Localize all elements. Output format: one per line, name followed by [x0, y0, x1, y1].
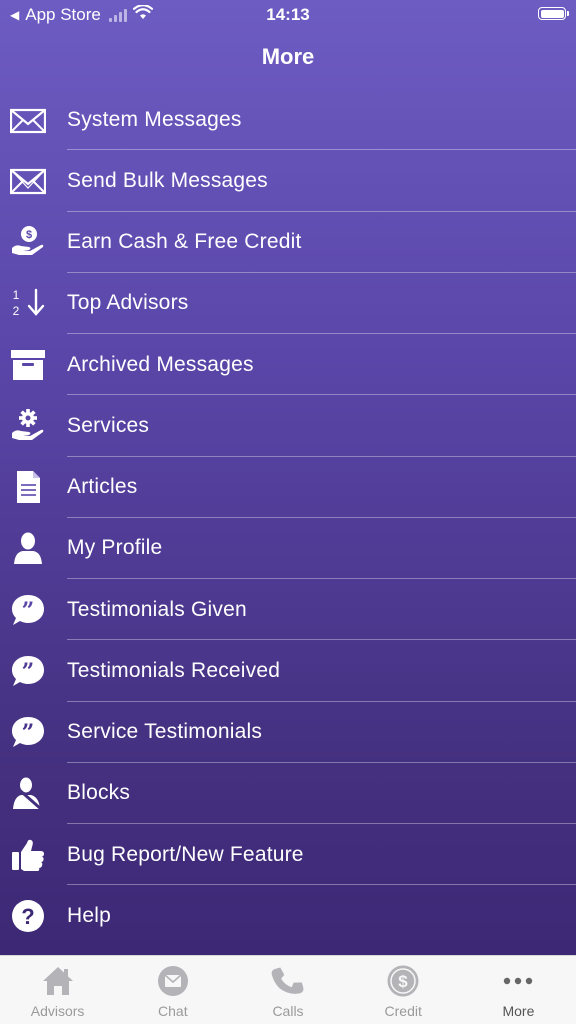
- menu-item-archived-messages[interactable]: Archived Messages: [0, 334, 576, 396]
- menu-item-label: Blocks: [67, 781, 131, 805]
- menu-item-system-messages[interactable]: System Messages: [0, 89, 576, 151]
- menu-item-top-advisors[interactable]: 12 Top Advisors: [0, 273, 576, 335]
- menu-item-label: Bug Report/New Feature: [67, 842, 304, 866]
- svg-text:$: $: [26, 229, 32, 241]
- document-icon: [10, 469, 46, 505]
- svg-text:”: ”: [22, 598, 35, 624]
- archive-box-icon: [10, 347, 46, 383]
- home-icon: [41, 964, 75, 998]
- envelope-icon: [10, 102, 46, 138]
- menu-item-label: Earn Cash & Free Credit: [67, 230, 302, 254]
- sort-numeric-icon: 12: [10, 285, 46, 321]
- tab-label: Advisors: [30, 1003, 85, 1019]
- quote-bubble-icon: ”: [10, 592, 46, 628]
- svg-text:”: ”: [22, 720, 35, 746]
- more-dots-icon: [501, 964, 535, 998]
- menu-item-label: Services: [67, 413, 150, 437]
- menu-item-services[interactable]: Services: [0, 395, 576, 457]
- menu-item-label: Testimonials Received: [67, 658, 281, 682]
- tab-credit[interactable]: $ Credit: [346, 956, 461, 1024]
- page-title: More: [261, 44, 315, 69]
- tab-label: Credit: [384, 1003, 422, 1019]
- quote-bubble-icon: ”: [10, 653, 46, 689]
- tab-label: More: [502, 1003, 535, 1019]
- tab-label: Chat: [158, 1003, 188, 1019]
- menu-item-help[interactable]: ? Help: [0, 885, 576, 946]
- svg-text:$: $: [398, 972, 408, 991]
- status-bar: ◀ App Store 14:13: [0, 0, 576, 30]
- menu-item-label: System Messages: [67, 107, 242, 131]
- menu-item-service-testimonials[interactable]: ” Service Testimonials: [0, 702, 576, 764]
- menu-item-my-profile[interactable]: My Profile: [0, 518, 576, 580]
- tab-advisors[interactable]: Advisors: [0, 956, 115, 1024]
- menu-item-testimonials-given[interactable]: ” Testimonials Given: [0, 579, 576, 641]
- menu-item-label: Testimonials Given: [67, 597, 247, 621]
- bulk-envelope-icon: [10, 163, 46, 199]
- tab-more[interactable]: More: [461, 956, 576, 1024]
- blocked-user-icon: [10, 775, 46, 811]
- menu-item-blocks[interactable]: Blocks: [0, 763, 576, 825]
- menu-item-testimonials-received[interactable]: ” Testimonials Received: [0, 640, 576, 702]
- more-menu: System Messages Send Bulk Messages $ Ear…: [0, 89, 576, 947]
- quote-bubble-icon: ”: [10, 714, 46, 750]
- menu-item-send-bulk-messages[interactable]: Send Bulk Messages: [0, 150, 576, 212]
- menu-item-label: Send Bulk Messages: [67, 168, 268, 192]
- battery-icon: [538, 7, 569, 20]
- menu-item-articles[interactable]: Articles: [0, 457, 576, 519]
- svg-text:1: 1: [13, 288, 20, 302]
- dollar-coin-icon: $: [386, 964, 420, 998]
- menu-item-label: Service Testimonials: [67, 720, 263, 744]
- hand-gear-icon: [10, 408, 46, 444]
- question-circle-icon: ?: [10, 898, 46, 934]
- menu-item-bug-report[interactable]: Bug Report/New Feature: [0, 824, 576, 886]
- menu-item-label: Archived Messages: [67, 352, 254, 376]
- status-time: 14:13: [266, 5, 310, 24]
- menu-item-earn-cash[interactable]: $ Earn Cash & Free Credit: [0, 212, 576, 274]
- chat-envelope-icon: [156, 964, 190, 998]
- tab-bar: Advisors Chat Calls $ Credit More: [0, 955, 576, 1024]
- svg-text:?: ?: [21, 904, 34, 929]
- person-icon: [10, 530, 46, 566]
- svg-text:”: ”: [22, 659, 35, 685]
- tab-calls[interactable]: Calls: [230, 956, 345, 1024]
- svg-text:2: 2: [13, 304, 20, 318]
- menu-item-label: Articles: [67, 475, 138, 499]
- phone-icon: [271, 964, 305, 998]
- menu-item-label: My Profile: [67, 536, 163, 560]
- menu-item-label: Top Advisors: [67, 291, 189, 315]
- tab-label: Calls: [272, 1003, 304, 1019]
- thumbs-up-icon: [10, 837, 46, 873]
- hand-money-icon: $: [10, 224, 46, 260]
- menu-item-label: Help: [67, 903, 111, 927]
- tab-chat[interactable]: Chat: [115, 956, 230, 1024]
